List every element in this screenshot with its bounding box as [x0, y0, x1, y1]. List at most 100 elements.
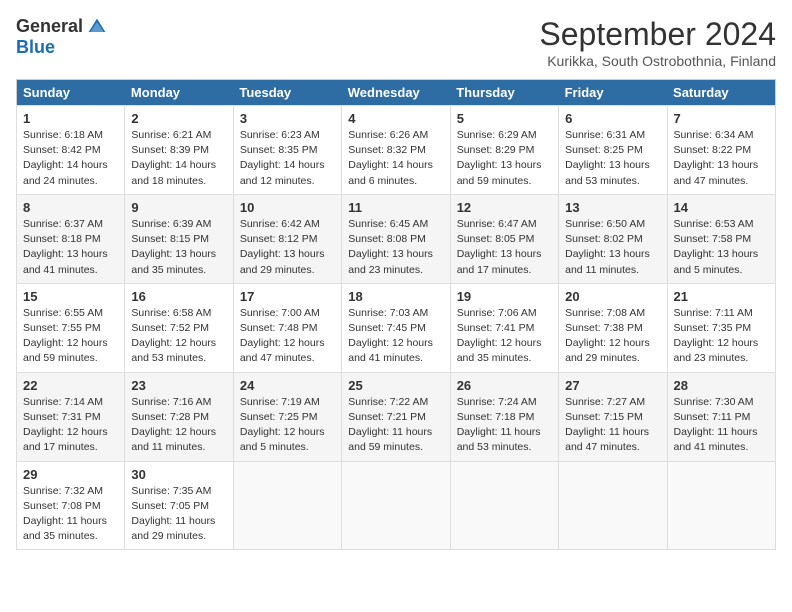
day-number: 22 — [23, 378, 118, 393]
day-info: Sunrise: 7:08 AM Sunset: 7:38 PM Dayligh… — [565, 306, 660, 367]
page-header: General Blue September 2024 Kurikka, Sou… — [16, 16, 776, 69]
calendar-cell: 8 Sunrise: 6:37 AM Sunset: 8:18 PM Dayli… — [17, 194, 125, 283]
day-info: Sunrise: 7:22 AM Sunset: 7:21 PM Dayligh… — [348, 395, 443, 456]
calendar-cell: 17 Sunrise: 7:00 AM Sunset: 7:48 PM Dayl… — [233, 283, 341, 372]
calendar-cell: 7 Sunrise: 6:34 AM Sunset: 8:22 PM Dayli… — [667, 106, 775, 195]
calendar-week-3: 15 Sunrise: 6:55 AM Sunset: 7:55 PM Dayl… — [17, 283, 776, 372]
day-number: 1 — [23, 111, 118, 126]
calendar-cell: 4 Sunrise: 6:26 AM Sunset: 8:32 PM Dayli… — [342, 106, 450, 195]
logo: General Blue — [16, 16, 107, 58]
day-info: Sunrise: 7:19 AM Sunset: 7:25 PM Dayligh… — [240, 395, 335, 456]
day-info: Sunrise: 7:11 AM Sunset: 7:35 PM Dayligh… — [674, 306, 769, 367]
calendar-cell: 11 Sunrise: 6:45 AM Sunset: 8:08 PM Dayl… — [342, 194, 450, 283]
day-info: Sunrise: 7:30 AM Sunset: 7:11 PM Dayligh… — [674, 395, 769, 456]
calendar-cell: 15 Sunrise: 6:55 AM Sunset: 7:55 PM Dayl… — [17, 283, 125, 372]
day-info: Sunrise: 6:23 AM Sunset: 8:35 PM Dayligh… — [240, 128, 335, 189]
day-number: 30 — [131, 467, 226, 482]
calendar-cell: 29 Sunrise: 7:32 AM Sunset: 7:08 PM Dayl… — [17, 461, 125, 550]
weekday-header-thursday: Thursday — [450, 80, 558, 106]
calendar-week-5: 29 Sunrise: 7:32 AM Sunset: 7:08 PM Dayl… — [17, 461, 776, 550]
calendar-cell: 27 Sunrise: 7:27 AM Sunset: 7:15 PM Dayl… — [559, 372, 667, 461]
weekday-header-row: SundayMondayTuesdayWednesdayThursdayFrid… — [17, 80, 776, 106]
day-number: 5 — [457, 111, 552, 126]
day-info: Sunrise: 6:42 AM Sunset: 8:12 PM Dayligh… — [240, 217, 335, 278]
logo-icon — [87, 17, 107, 37]
day-number: 28 — [674, 378, 769, 393]
weekday-header-tuesday: Tuesday — [233, 80, 341, 106]
calendar-cell: 16 Sunrise: 6:58 AM Sunset: 7:52 PM Dayl… — [125, 283, 233, 372]
weekday-header-wednesday: Wednesday — [342, 80, 450, 106]
day-info: Sunrise: 7:35 AM Sunset: 7:05 PM Dayligh… — [131, 484, 226, 545]
logo-general-text: General — [16, 16, 83, 37]
calendar-week-1: 1 Sunrise: 6:18 AM Sunset: 8:42 PM Dayli… — [17, 106, 776, 195]
calendar-cell: 19 Sunrise: 7:06 AM Sunset: 7:41 PM Dayl… — [450, 283, 558, 372]
day-info: Sunrise: 6:50 AM Sunset: 8:02 PM Dayligh… — [565, 217, 660, 278]
weekday-header-monday: Monday — [125, 80, 233, 106]
day-info: Sunrise: 7:24 AM Sunset: 7:18 PM Dayligh… — [457, 395, 552, 456]
calendar-cell — [342, 461, 450, 550]
day-info: Sunrise: 7:27 AM Sunset: 7:15 PM Dayligh… — [565, 395, 660, 456]
calendar-cell: 22 Sunrise: 7:14 AM Sunset: 7:31 PM Dayl… — [17, 372, 125, 461]
day-number: 26 — [457, 378, 552, 393]
day-info: Sunrise: 6:53 AM Sunset: 7:58 PM Dayligh… — [674, 217, 769, 278]
day-info: Sunrise: 6:58 AM Sunset: 7:52 PM Dayligh… — [131, 306, 226, 367]
calendar-cell: 3 Sunrise: 6:23 AM Sunset: 8:35 PM Dayli… — [233, 106, 341, 195]
day-number: 27 — [565, 378, 660, 393]
day-number: 10 — [240, 200, 335, 215]
title-block: September 2024 Kurikka, South Ostrobothn… — [539, 16, 776, 69]
calendar-cell: 21 Sunrise: 7:11 AM Sunset: 7:35 PM Dayl… — [667, 283, 775, 372]
calendar-cell: 20 Sunrise: 7:08 AM Sunset: 7:38 PM Dayl… — [559, 283, 667, 372]
day-info: Sunrise: 7:16 AM Sunset: 7:28 PM Dayligh… — [131, 395, 226, 456]
day-number: 20 — [565, 289, 660, 304]
month-year-title: September 2024 — [539, 16, 776, 53]
day-number: 12 — [457, 200, 552, 215]
calendar-cell — [667, 461, 775, 550]
day-number: 6 — [565, 111, 660, 126]
day-info: Sunrise: 6:26 AM Sunset: 8:32 PM Dayligh… — [348, 128, 443, 189]
day-number: 17 — [240, 289, 335, 304]
day-number: 21 — [674, 289, 769, 304]
calendar-cell: 13 Sunrise: 6:50 AM Sunset: 8:02 PM Dayl… — [559, 194, 667, 283]
day-info: Sunrise: 6:31 AM Sunset: 8:25 PM Dayligh… — [565, 128, 660, 189]
day-info: Sunrise: 7:00 AM Sunset: 7:48 PM Dayligh… — [240, 306, 335, 367]
weekday-header-saturday: Saturday — [667, 80, 775, 106]
day-number: 19 — [457, 289, 552, 304]
calendar-cell: 18 Sunrise: 7:03 AM Sunset: 7:45 PM Dayl… — [342, 283, 450, 372]
calendar-cell: 28 Sunrise: 7:30 AM Sunset: 7:11 PM Dayl… — [667, 372, 775, 461]
day-number: 11 — [348, 200, 443, 215]
logo-blue-text: Blue — [16, 37, 55, 58]
calendar-week-4: 22 Sunrise: 7:14 AM Sunset: 7:31 PM Dayl… — [17, 372, 776, 461]
day-number: 14 — [674, 200, 769, 215]
day-info: Sunrise: 7:32 AM Sunset: 7:08 PM Dayligh… — [23, 484, 118, 545]
calendar-cell: 6 Sunrise: 6:31 AM Sunset: 8:25 PM Dayli… — [559, 106, 667, 195]
day-info: Sunrise: 6:21 AM Sunset: 8:39 PM Dayligh… — [131, 128, 226, 189]
calendar-cell — [450, 461, 558, 550]
calendar-cell: 9 Sunrise: 6:39 AM Sunset: 8:15 PM Dayli… — [125, 194, 233, 283]
day-number: 18 — [348, 289, 443, 304]
calendar-cell: 14 Sunrise: 6:53 AM Sunset: 7:58 PM Dayl… — [667, 194, 775, 283]
calendar-cell: 23 Sunrise: 7:16 AM Sunset: 7:28 PM Dayl… — [125, 372, 233, 461]
calendar-week-2: 8 Sunrise: 6:37 AM Sunset: 8:18 PM Dayli… — [17, 194, 776, 283]
day-info: Sunrise: 6:37 AM Sunset: 8:18 PM Dayligh… — [23, 217, 118, 278]
calendar-cell: 2 Sunrise: 6:21 AM Sunset: 8:39 PM Dayli… — [125, 106, 233, 195]
day-info: Sunrise: 6:45 AM Sunset: 8:08 PM Dayligh… — [348, 217, 443, 278]
day-number: 3 — [240, 111, 335, 126]
day-info: Sunrise: 6:29 AM Sunset: 8:29 PM Dayligh… — [457, 128, 552, 189]
calendar-cell: 24 Sunrise: 7:19 AM Sunset: 7:25 PM Dayl… — [233, 372, 341, 461]
day-info: Sunrise: 6:39 AM Sunset: 8:15 PM Dayligh… — [131, 217, 226, 278]
calendar-cell: 5 Sunrise: 6:29 AM Sunset: 8:29 PM Dayli… — [450, 106, 558, 195]
day-number: 23 — [131, 378, 226, 393]
day-number: 24 — [240, 378, 335, 393]
day-number: 16 — [131, 289, 226, 304]
calendar-cell: 12 Sunrise: 6:47 AM Sunset: 8:05 PM Dayl… — [450, 194, 558, 283]
day-number: 2 — [131, 111, 226, 126]
calendar-table: SundayMondayTuesdayWednesdayThursdayFrid… — [16, 79, 776, 550]
day-info: Sunrise: 7:06 AM Sunset: 7:41 PM Dayligh… — [457, 306, 552, 367]
location-subtitle: Kurikka, South Ostrobothnia, Finland — [539, 53, 776, 69]
day-info: Sunrise: 6:18 AM Sunset: 8:42 PM Dayligh… — [23, 128, 118, 189]
day-number: 7 — [674, 111, 769, 126]
calendar-cell — [559, 461, 667, 550]
calendar-cell: 10 Sunrise: 6:42 AM Sunset: 8:12 PM Dayl… — [233, 194, 341, 283]
day-info: Sunrise: 6:34 AM Sunset: 8:22 PM Dayligh… — [674, 128, 769, 189]
day-number: 15 — [23, 289, 118, 304]
